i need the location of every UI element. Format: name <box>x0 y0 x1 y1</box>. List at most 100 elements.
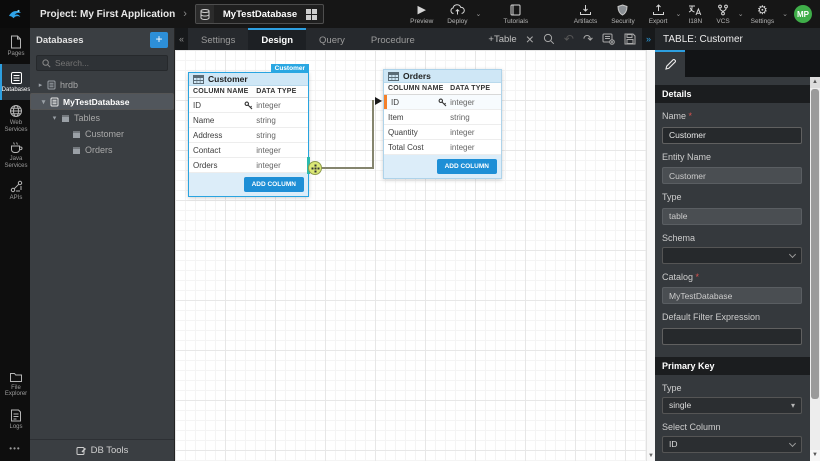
search-box[interactable] <box>36 55 168 71</box>
expander-collapsed-icon[interactable]: ▸ <box>36 81 45 89</box>
page-icon <box>10 35 22 49</box>
field-label-default-filter: Default Filter Expression <box>662 312 802 322</box>
topbar-right-group: Artifacts Security Export ⌄ I18N <box>567 4 820 25</box>
relation-line <box>321 167 374 169</box>
entity-table-orders[interactable]: Orders COLUMN NAME DATA TYPE ID integer <box>383 69 502 179</box>
table-row[interactable]: Contact integer <box>189 143 308 158</box>
user-avatar[interactable]: MP <box>794 5 812 23</box>
search-icon[interactable] <box>543 33 555 45</box>
export-button[interactable]: Export <box>649 4 668 25</box>
delete-icon[interactable]: × <box>526 31 534 47</box>
add-column-button[interactable]: ADD COLUMN <box>437 159 497 174</box>
tree-item-orders[interactable]: Orders <box>30 142 174 158</box>
field-label-schema: Schema <box>662 233 802 243</box>
relation-drag-handle[interactable] <box>308 161 322 175</box>
tutorials-button[interactable]: Tutorials <box>503 4 528 25</box>
more-options-icon[interactable]: ••• <box>0 438 30 461</box>
update-database-icon[interactable] <box>602 33 615 45</box>
database-tab-label: MyTestDatabase <box>214 9 306 20</box>
branch-icon <box>717 4 729 17</box>
database-tab[interactable]: MyTestDatabase <box>195 4 324 24</box>
security-button[interactable]: Security <box>611 4 634 25</box>
tab-settings[interactable]: Settings <box>188 28 248 50</box>
collapse-sidebar-button[interactable]: « <box>175 28 188 50</box>
entity-table-customer[interactable]: Customer Customer COLUMN NAME DATA TYPE … <box>188 72 309 197</box>
search-icon <box>42 59 51 68</box>
canvas-scrollbar[interactable]: ▼ <box>646 50 655 461</box>
table-row[interactable]: Total Cost integer <box>384 140 501 155</box>
table-row[interactable]: ID integer <box>189 98 308 113</box>
primary-key-icon <box>438 98 447 107</box>
table-row[interactable]: Quantity integer <box>384 125 501 140</box>
select-column-select[interactable]: ID <box>662 436 802 453</box>
settings-caret-icon[interactable]: ⌄ <box>782 10 788 18</box>
top-bar: Project: My First Application › MyTestDa… <box>0 0 820 28</box>
db-tools-button[interactable]: DB Tools <box>30 439 174 461</box>
table-row[interactable]: Orders integer <box>189 158 308 173</box>
switch-view-icon[interactable] <box>306 9 317 20</box>
deploy-button[interactable]: Deploy <box>447 4 467 25</box>
rail-item-pages[interactable]: Pages <box>0 28 30 64</box>
table-grid-icon <box>388 72 399 81</box>
tab-query[interactable]: Query <box>306 28 358 50</box>
vcs-button[interactable]: VCS <box>716 4 729 25</box>
table-row[interactable]: Item string <box>384 110 501 125</box>
tree-item-customer[interactable]: Customer <box>30 126 174 142</box>
redo-icon[interactable]: ↷ <box>583 32 593 46</box>
field-label-pk-type: Type <box>662 383 802 393</box>
scroll-down-icon[interactable]: ▼ <box>648 453 654 459</box>
expand-panel-button[interactable]: » <box>642 28 655 50</box>
rail-item-java-services[interactable]: Java Services <box>0 137 30 173</box>
deploy-caret-icon[interactable]: ⌄ <box>476 10 482 18</box>
save-icon[interactable] <box>624 33 636 45</box>
preview-button[interactable]: ▶ Preview <box>410 4 433 25</box>
table-row[interactable]: Address string <box>189 128 308 143</box>
rail-item-apis[interactable]: APIs <box>0 173 30 209</box>
entity-name-field <box>662 167 802 184</box>
pk-type-select[interactable]: single ▾ <box>662 397 802 414</box>
table-title: Customer <box>208 74 248 84</box>
scroll-down-icon[interactable]: ▼ <box>810 450 820 461</box>
edit-tab[interactable] <box>655 50 685 77</box>
database-tree: ▸ hrdb ▾ MyTestDatabase ▾ <box>30 77 174 439</box>
table-row[interactable]: Name string <box>189 113 308 128</box>
settings-button[interactable]: ⚙ Settings <box>751 4 775 25</box>
vcs-caret-icon[interactable]: ⌄ <box>738 10 744 18</box>
schema-select[interactable] <box>662 247 802 264</box>
schema-canvas[interactable]: Customer Customer COLUMN NAME DATA TYPE … <box>175 50 655 461</box>
default-filter-expression-field[interactable] <box>662 328 802 345</box>
undo-icon[interactable]: ↶ <box>564 32 574 46</box>
rail-item-file-explorer[interactable]: File Explorer <box>0 366 30 402</box>
rail-item-logs[interactable]: Logs <box>0 402 30 438</box>
gear-icon: ⚙ <box>757 4 768 17</box>
tab-procedure[interactable]: Procedure <box>358 28 428 50</box>
export-caret-icon[interactable]: ⌄ <box>676 10 682 18</box>
add-column-button[interactable]: ADD COLUMN <box>244 177 304 192</box>
database-icon <box>196 5 214 23</box>
tab-design[interactable]: Design <box>248 28 306 50</box>
column-name-header: COLUMN NAME <box>193 88 256 95</box>
tree-item-hrdb[interactable]: ▸ hrdb <box>30 77 174 93</box>
tree-item-tables[interactable]: ▾ Tables <box>30 110 174 126</box>
tree-item-mytestdatabase[interactable]: ▾ MyTestDatabase <box>30 93 174 110</box>
expander-expanded-icon[interactable]: ▾ <box>50 114 59 122</box>
name-field[interactable] <box>662 127 802 144</box>
play-icon: ▶ <box>417 4 425 17</box>
scrollbar-thumb[interactable] <box>811 89 819 399</box>
app-window: Project: My First Application › MyTestDa… <box>0 0 820 461</box>
search-input[interactable] <box>55 58 162 68</box>
add-table-button[interactable]: +Table <box>488 34 516 45</box>
table-row[interactable]: ID integer <box>384 95 501 110</box>
artifacts-button[interactable]: Artifacts <box>574 4 597 25</box>
rail-item-web-services[interactable]: Web Services <box>0 100 30 137</box>
inspector-scrollbar[interactable]: ▲ ▼ <box>810 77 820 461</box>
expander-expanded-icon[interactable]: ▾ <box>39 98 48 106</box>
add-database-button[interactable]: + <box>150 32 168 48</box>
i18n-button[interactable]: I18N <box>688 4 702 25</box>
rail-item-databases[interactable]: Databases <box>0 64 30 100</box>
shield-icon <box>617 4 628 17</box>
scroll-up-icon[interactable]: ▲ <box>810 77 820 88</box>
database-icon <box>47 80 56 90</box>
project-chevron-icon[interactable]: › <box>183 8 187 20</box>
app-logo[interactable] <box>0 0 30 28</box>
